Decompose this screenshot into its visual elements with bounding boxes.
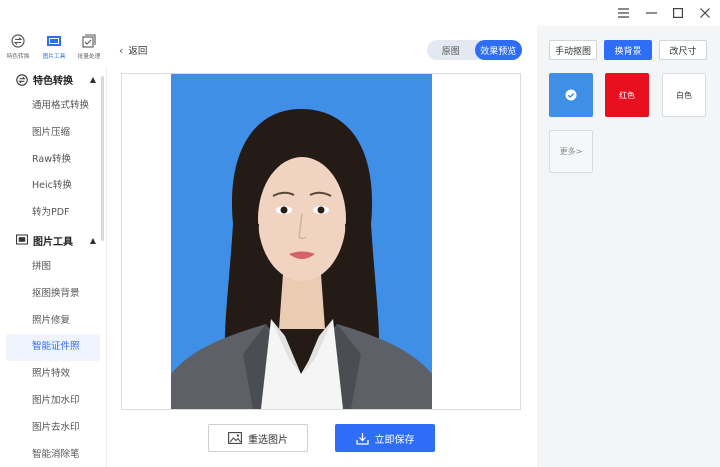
batch-icon: [82, 34, 96, 48]
check-icon: [565, 89, 577, 101]
topnav-label: 批量处理: [77, 53, 101, 60]
minimize-icon[interactable]: [642, 4, 660, 22]
swatch-white[interactable]: 白色: [662, 73, 706, 117]
sidebar: 特色转换 ▲ 通用格式转换 图片压缩 Raw转换 Heic转换 转为PDF 图片…: [0, 66, 107, 467]
id-photo-preview: [171, 74, 432, 409]
chevron-up-icon: ▲: [89, 235, 96, 245]
sidebar-item-repair[interactable]: 照片修复: [0, 308, 106, 335]
close-icon[interactable]: [696, 4, 714, 22]
swatch-label: 白色: [676, 90, 692, 100]
chevron-up-icon: ▲: [89, 75, 96, 84]
swatch-label: 红色: [619, 90, 635, 100]
sidebar-group-convert[interactable]: 特色转换 ▲: [0, 66, 106, 93]
image-tools-icon: [16, 234, 28, 246]
convert-icon: [11, 34, 25, 48]
image-tools-icon: [46, 36, 61, 46]
topnav-image-tools[interactable]: 图片工具: [36, 26, 72, 66]
swatch-blue[interactable]: [549, 73, 593, 117]
view-toggle: 原图 效果预览: [427, 40, 522, 60]
image-icon: [228, 432, 242, 444]
sidebar-item-eraser[interactable]: 智能消除笔: [0, 442, 106, 467]
top-nav: 特色转换 图片工具 批量处理: [0, 26, 107, 66]
sidebar-item-collage[interactable]: 拼图: [0, 254, 106, 281]
sidebar-item-cutout[interactable]: 抠图换背景: [0, 281, 106, 308]
maximize-icon[interactable]: [669, 4, 687, 22]
back-button[interactable]: ‹ 返回: [119, 43, 148, 58]
tab-manual-cutout[interactable]: 手动抠图: [549, 40, 597, 60]
tab-resize[interactable]: 改尺寸: [659, 40, 707, 60]
more-colors-button[interactable]: 更多>: [549, 130, 593, 173]
sidebar-item-pdf[interactable]: 转为PDF: [0, 200, 106, 227]
sidebar-item-add-watermark[interactable]: 图片加水印: [0, 388, 106, 415]
portrait-image: [171, 109, 432, 409]
toggle-original[interactable]: 原图: [427, 40, 475, 60]
sidebar-item-compress[interactable]: 图片压缩: [0, 120, 106, 147]
topnav-batch[interactable]: 批量处理: [71, 26, 107, 66]
sidebar-item-effects[interactable]: 照片特效: [0, 361, 106, 388]
chevron-left-icon: ‹: [119, 43, 124, 57]
main-area: ‹ 返回 原图 效果预览 重选图片 立即保存: [107, 26, 537, 467]
sidebar-item-heic[interactable]: Heic转换: [0, 173, 106, 200]
title-bar: [0, 0, 720, 26]
topnav-convert[interactable]: 特色转换: [0, 26, 36, 66]
topnav-label: 图片工具: [42, 53, 65, 60]
sidebar-scrollbar[interactable]: [101, 76, 104, 241]
sidebar-item-id-photo[interactable]: 智能证件照: [6, 334, 100, 362]
menu-icon[interactable]: [614, 4, 632, 22]
sidebar-group-label: 特色转换: [33, 76, 73, 87]
preview-frame: [121, 73, 521, 410]
back-label: 返回: [128, 46, 148, 57]
right-panel: 手动抠图 换背景 改尺寸 红色 白色 更多>: [537, 26, 720, 467]
swatch-red[interactable]: 红色: [605, 73, 649, 117]
convert-icon: [16, 73, 28, 86]
download-icon: [355, 432, 369, 445]
save-button[interactable]: 立即保存: [335, 424, 435, 452]
save-label: 立即保存: [374, 434, 415, 446]
sidebar-item-raw[interactable]: Raw转换: [0, 147, 106, 174]
reselect-button[interactable]: 重选图片: [208, 424, 308, 452]
sidebar-group-image-tools[interactable]: 图片工具 ▲: [0, 227, 106, 254]
sidebar-item-remove-watermark[interactable]: 图片去水印: [0, 415, 106, 442]
toggle-preview[interactable]: 效果预览: [474, 40, 522, 60]
reselect-label: 重选图片: [248, 434, 288, 446]
sidebar-item-format[interactable]: 通用格式转换: [0, 93, 106, 120]
tab-change-background[interactable]: 换背景: [604, 40, 652, 60]
topnav-label: 特色转换: [6, 53, 30, 60]
sidebar-group-label: 图片工具: [33, 236, 73, 248]
